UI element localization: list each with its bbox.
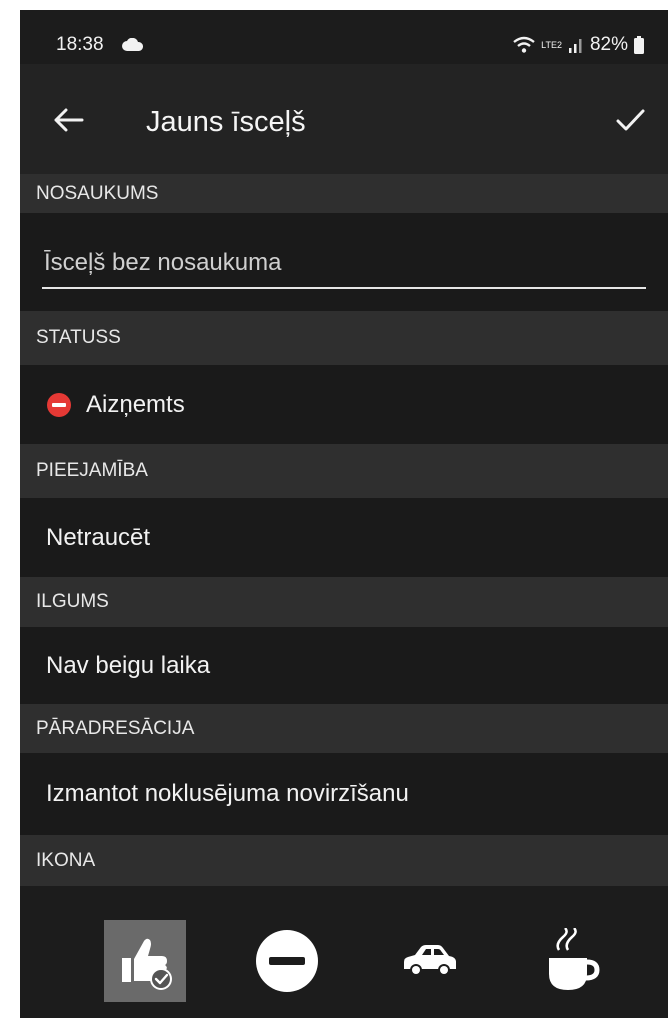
availability-value: Netraucēt	[46, 523, 151, 551]
status-value: Aizņemts	[86, 390, 185, 418]
thumbs-up-icon	[122, 938, 172, 990]
forwarding-row[interactable]: Izmantot noklusējuma novirzīšanu	[20, 753, 668, 835]
icon-picker	[20, 886, 668, 1018]
cloud-icon	[122, 38, 144, 51]
availability-row[interactable]: Netraucēt	[20, 498, 668, 577]
phone-screen: 18:38 LTE2 82% Jauns īsceļš NOSAUKUMS Īs…	[20, 10, 668, 1018]
signal-icon	[568, 39, 582, 53]
shortcut-name-input[interactable]	[42, 245, 646, 289]
status-row[interactable]: Aizņemts	[20, 365, 668, 444]
network-type-label: LTE2	[541, 39, 562, 50]
busy-icon	[47, 392, 71, 417]
battery-icon	[634, 36, 644, 54]
save-check-icon[interactable]	[610, 100, 650, 140]
battery-percent: 82%	[589, 34, 628, 55]
car-icon	[404, 945, 456, 976]
duration-row[interactable]: Nav beigu laika	[20, 627, 668, 704]
minus-circle-icon	[256, 930, 318, 992]
status-bar: 18:38 LTE2 82%	[20, 10, 668, 64]
wifi-icon	[513, 36, 535, 53]
icon-option-car[interactable]	[389, 920, 471, 1002]
section-header-status: STATUSS	[20, 311, 668, 365]
forwarding-value: Izmantot noklusējuma novirzīšanu	[46, 780, 409, 807]
duration-value: Nav beigu laika	[46, 651, 211, 679]
status-time: 18:38	[56, 34, 104, 55]
section-header-duration: ILGUMS	[20, 577, 668, 627]
section-header-forwarding: PĀRADRESĀCIJA	[20, 704, 668, 753]
section-header-name: NOSAUKUMS	[20, 174, 668, 213]
page-title: Jauns īsceļš	[146, 106, 306, 138]
section-header-icon: IKONA	[20, 835, 668, 886]
section-header-availability: PIEEJAMĪBA	[20, 444, 668, 498]
icon-option-thumbs-up[interactable]	[104, 920, 186, 1002]
coffee-icon	[549, 928, 600, 990]
app-bar: Jauns īsceļš	[20, 64, 668, 174]
back-arrow-icon[interactable]	[48, 100, 88, 140]
icon-option-minus[interactable]	[246, 920, 328, 1002]
name-field-row	[20, 213, 668, 311]
icon-option-coffee[interactable]	[531, 920, 613, 1002]
status-indicators: LTE2 82%	[513, 34, 644, 56]
